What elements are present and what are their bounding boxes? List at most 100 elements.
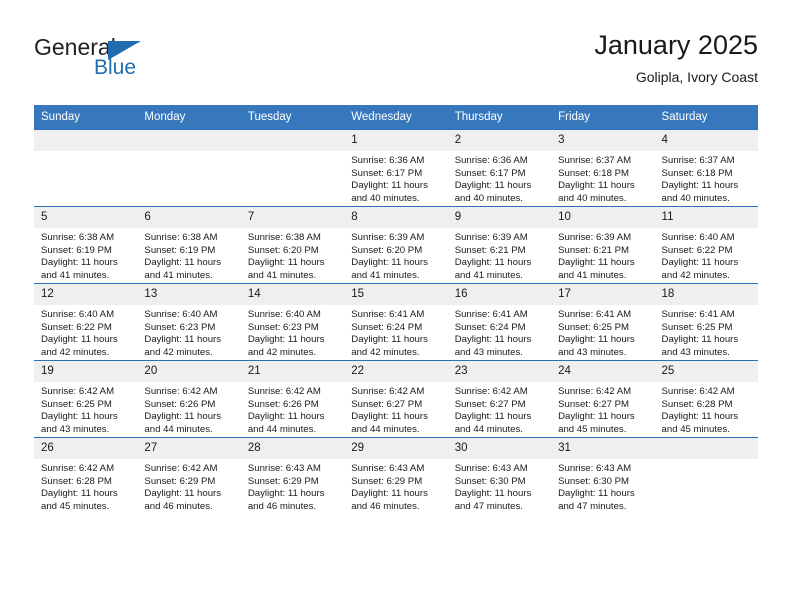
sunset-text: Sunset: 6:25 PM (661, 321, 733, 333)
day-number: 8 (344, 207, 448, 228)
weekday-header-sunday: Sunday (34, 105, 138, 130)
sunrise-text: Sunrise: 6:42 AM (41, 463, 115, 474)
calendar-day-cell[interactable]: 31 Sunrise: 6:43 AM Sunset: 6:30 PM Dayligh… (551, 437, 655, 514)
sunrise-text: Sunrise: 6:42 AM (144, 463, 218, 474)
sunset-text: Sunset: 6:27 PM (351, 398, 423, 410)
calendar-day-cell[interactable]: 29 Sunrise: 6:43 AM Sunset: 6:29 PM Dayligh… (344, 437, 448, 514)
daylight-text: Daylight: 11 hours and 46 minutes. (351, 488, 428, 512)
calendar-day-cell[interactable]: 4 Sunrise: 6:37 AM Sunset: 6:18 PM Daylight… (654, 129, 758, 207)
calendar-day-cell[interactable]: 28 Sunrise: 6:43 AM Sunset: 6:29 PM Dayligh… (240, 437, 345, 514)
calendar-day-cell[interactable]: 26 Sunrise: 6:42 AM Sunset: 6:28 PM Dayligh… (34, 437, 138, 514)
calendar-day-cell[interactable]: 24 Sunrise: 6:42 AM Sunset: 6:27 PM Dayligh… (551, 360, 655, 438)
day-details: Sunrise: 6:43 AM Sunset: 6:30 PM Daylight:… (551, 459, 654, 513)
calendar-day-cell[interactable]: 19 Sunrise: 6:42 AM Sunset: 6:25 PM Dayligh… (34, 360, 138, 438)
sunset-text: Sunset: 6:26 PM (247, 398, 319, 410)
sunset-text: Sunset: 6:28 PM (661, 398, 733, 410)
day-number: 7 (240, 207, 345, 228)
day-details: Sunrise: 6:38 AM Sunset: 6:19 PM Daylight:… (137, 228, 240, 282)
sunset-text: Sunset: 6:27 PM (558, 398, 630, 410)
day-details: Sunrise: 6:40 AM Sunset: 6:22 PM Daylight:… (34, 305, 137, 359)
calendar-day-cell[interactable]: 20 Sunrise: 6:42 AM Sunset: 6:26 PM Dayligh… (137, 360, 241, 438)
calendar-day-cell[interactable]: 16 Sunrise: 6:41 AM Sunset: 6:24 PM Dayligh… (447, 283, 552, 361)
sunrise-text: Sunrise: 6:42 AM (247, 386, 321, 397)
calendar-week-row: 19 Sunrise: 6:42 AM Sunset: 6:25 PM Dayligh… (34, 360, 758, 438)
weekday-header-monday: Monday (137, 105, 241, 130)
daylight-text: Daylight: 11 hours and 43 minutes. (661, 334, 739, 358)
daylight-text: Daylight: 11 hours and 47 minutes. (454, 488, 532, 512)
weekday-header-tuesday: Tuesday (240, 105, 345, 130)
day-number: 9 (447, 207, 552, 228)
sunrise-text: Sunrise: 6:41 AM (558, 309, 632, 320)
calendar-table: Sunday Monday Tuesday Wednesday Thursday… (34, 105, 758, 514)
day-details: Sunrise: 6:36 AM Sunset: 6:17 PM Daylight:… (448, 151, 551, 205)
day-number: 28 (240, 438, 345, 459)
sunset-text: Sunset: 6:17 PM (351, 167, 423, 179)
calendar-day-cell[interactable]: 7 Sunrise: 6:38 AM Sunset: 6:20 PM Daylight… (240, 206, 345, 284)
weekday-header-friday: Friday (551, 105, 655, 130)
calendar-day-cell[interactable]: 11 Sunrise: 6:40 AM Sunset: 6:22 PM Dayligh… (654, 206, 758, 284)
daylight-text: Daylight: 11 hours and 42 minutes. (351, 334, 428, 358)
day-number: 23 (447, 361, 552, 382)
calendar-day-cell[interactable]: 5 Sunrise: 6:38 AM Sunset: 6:19 PM Daylight… (34, 206, 138, 284)
calendar-day-cell[interactable]: 17 Sunrise: 6:41 AM Sunset: 6:25 PM Dayligh… (551, 283, 655, 361)
calendar-day-cell[interactable]: 12 Sunrise: 6:40 AM Sunset: 6:22 PM Dayligh… (34, 283, 138, 361)
calendar-day-cell[interactable]: 22 Sunrise: 6:42 AM Sunset: 6:27 PM Dayligh… (344, 360, 448, 438)
calendar-day-cell[interactable]: 9 Sunrise: 6:39 AM Sunset: 6:21 PM Daylight… (447, 206, 552, 284)
sunset-text: Sunset: 6:18 PM (661, 167, 733, 179)
daylight-text: Daylight: 11 hours and 44 minutes. (454, 411, 532, 435)
calendar-day-cell[interactable]: 8 Sunrise: 6:39 AM Sunset: 6:20 PM Daylight… (344, 206, 448, 284)
sunrise-text: Sunrise: 6:43 AM (558, 463, 632, 474)
brand-name-blue: Blue (94, 56, 137, 79)
sunrise-text: Sunrise: 6:42 AM (41, 386, 115, 397)
calendar-week-row: 12 Sunrise: 6:40 AM Sunset: 6:22 PM Dayligh… (34, 283, 758, 361)
daylight-text: Daylight: 11 hours and 46 minutes. (247, 488, 325, 512)
sunrise-text: Sunrise: 6:42 AM (144, 386, 218, 397)
calendar-day-cell[interactable]: 6 Sunrise: 6:38 AM Sunset: 6:19 PM Daylight… (137, 206, 241, 284)
weekday-header-thursday: Thursday (447, 105, 552, 130)
sunrise-text: Sunrise: 6:43 AM (351, 463, 425, 474)
day-details: Sunrise: 6:43 AM Sunset: 6:29 PM Daylight:… (241, 459, 344, 513)
calendar-day-cell[interactable]: 10 Sunrise: 6:39 AM Sunset: 6:21 PM Dayligh… (551, 206, 655, 284)
sunrise-text: Sunrise: 6:42 AM (454, 386, 528, 397)
calendar-day-cell[interactable]: 18 Sunrise: 6:41 AM Sunset: 6:25 PM Dayligh… (654, 283, 758, 361)
day-details: Sunrise: 6:43 AM Sunset: 6:29 PM Daylight:… (344, 459, 447, 513)
day-number: 15 (344, 284, 448, 305)
day-number: 19 (34, 361, 138, 382)
calendar-day-cell[interactable]: 2 Sunrise: 6:36 AM Sunset: 6:17 PM Daylight… (447, 129, 552, 207)
calendar-day-cell[interactable]: 25 Sunrise: 6:42 AM Sunset: 6:28 PM Dayligh… (654, 360, 758, 438)
sunset-text: Sunset: 6:30 PM (558, 475, 630, 487)
daylight-text: Daylight: 11 hours and 45 minutes. (41, 488, 118, 512)
calendar-day-cell[interactable]: 27 Sunrise: 6:42 AM Sunset: 6:29 PM Dayligh… (137, 437, 241, 514)
sunset-text: Sunset: 6:24 PM (351, 321, 423, 333)
day-number: 22 (344, 361, 448, 382)
day-details: Sunrise: 6:38 AM Sunset: 6:20 PM Daylight:… (241, 228, 344, 282)
day-number: 30 (447, 438, 552, 459)
calendar-day-cell[interactable]: 21 Sunrise: 6:42 AM Sunset: 6:26 PM Dayligh… (240, 360, 345, 438)
day-number: 20 (137, 361, 241, 382)
calendar-day-cell[interactable]: 13 Sunrise: 6:40 AM Sunset: 6:23 PM Dayligh… (137, 283, 241, 361)
day-details: Sunrise: 6:43 AM Sunset: 6:30 PM Daylight:… (448, 459, 551, 513)
brand-logo[interactable]: General Blue (34, 28, 254, 92)
daylight-text: Daylight: 11 hours and 40 minutes. (351, 180, 428, 204)
day-number: 10 (551, 207, 655, 228)
calendar-day-cell[interactable]: 14 Sunrise: 6:40 AM Sunset: 6:23 PM Dayligh… (240, 283, 345, 361)
calendar-day-cell[interactable]: 30 Sunrise: 6:43 AM Sunset: 6:30 PM Dayligh… (447, 437, 552, 514)
calendar-day-cell[interactable]: 1 Sunrise: 6:36 AM Sunset: 6:17 PM Daylight… (344, 129, 448, 207)
daylight-text: Daylight: 11 hours and 45 minutes. (558, 411, 635, 435)
daylight-text: Daylight: 11 hours and 41 minutes. (144, 257, 222, 281)
day-number: 24 (551, 361, 655, 382)
daylight-text: Daylight: 11 hours and 41 minutes. (351, 257, 428, 281)
sunrise-text: Sunrise: 6:36 AM (454, 155, 528, 166)
calendar-day-cell[interactable]: 3 Sunrise: 6:37 AM Sunset: 6:18 PM Daylight… (551, 129, 655, 207)
sunrise-text: Sunrise: 6:42 AM (558, 386, 632, 397)
sunrise-text: Sunrise: 6:40 AM (247, 309, 321, 320)
day-details: Sunrise: 6:36 AM Sunset: 6:17 PM Daylight:… (344, 151, 447, 205)
daylight-text: Daylight: 11 hours and 40 minutes. (558, 180, 635, 204)
day-number: 25 (654, 361, 758, 382)
sunrise-text: Sunrise: 6:40 AM (661, 232, 735, 243)
calendar-day-cell[interactable]: 15 Sunrise: 6:41 AM Sunset: 6:24 PM Dayligh… (344, 283, 448, 361)
sunrise-text: Sunrise: 6:38 AM (41, 232, 115, 243)
day-number (34, 130, 138, 151)
day-details: Sunrise: 6:39 AM Sunset: 6:21 PM Daylight:… (448, 228, 551, 282)
calendar-day-cell[interactable]: 23 Sunrise: 6:42 AM Sunset: 6:27 PM Dayligh… (447, 360, 552, 438)
